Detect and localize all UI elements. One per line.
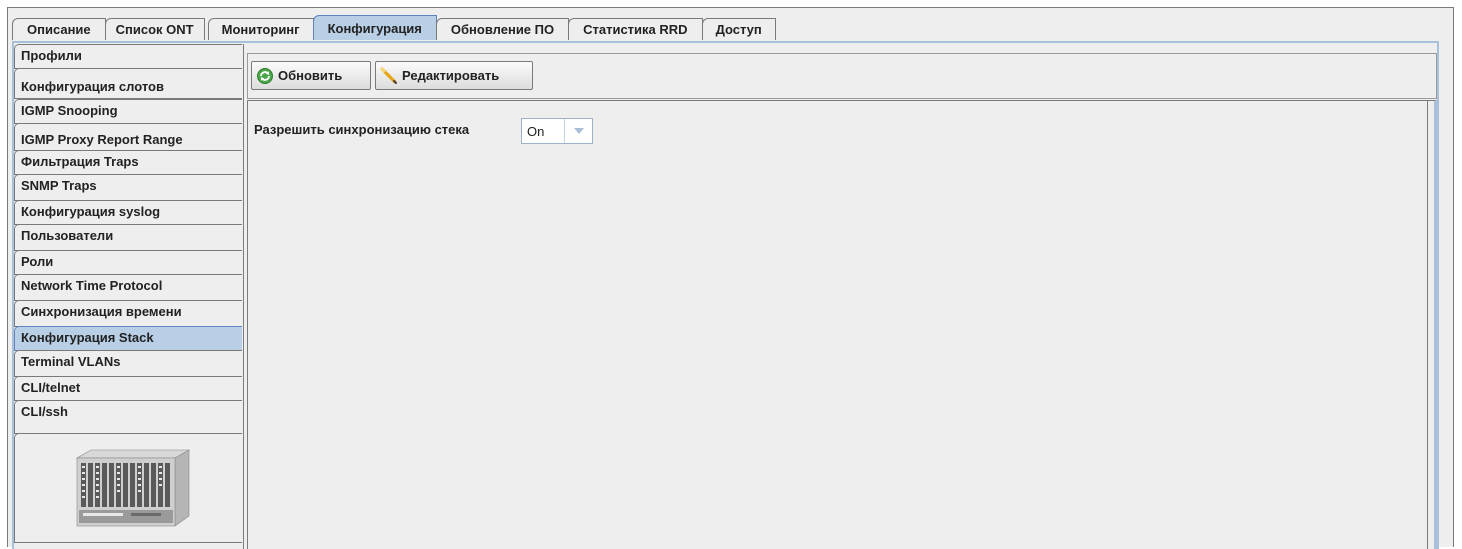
- refresh-button[interactable]: Обновить: [251, 61, 371, 90]
- refresh-button-label: Обновить: [278, 68, 343, 83]
- chevron-down-icon[interactable]: [564, 119, 592, 143]
- stack-sync-label: Разрешить синхронизацию стека: [254, 122, 470, 137]
- sidebar-item-time-sync[interactable]: Синхронизация времени: [14, 300, 242, 327]
- edit-button-label: Редактировать: [402, 68, 500, 83]
- content-divider: [1427, 101, 1428, 549]
- stack-sync-select[interactable]: On: [521, 118, 593, 144]
- sidebar-item-terminal-vlans[interactable]: Terminal VLANs: [14, 350, 242, 377]
- sidebar: Профили Конфигурация слотов IGMP Snoopin…: [14, 44, 244, 549]
- tab-configuration[interactable]: Конфигурация: [312, 15, 437, 40]
- device-image-area: [14, 433, 242, 543]
- tab-description[interactable]: Описание: [12, 18, 106, 40]
- sidebar-item-cli-telnet[interactable]: CLI/telnet: [14, 376, 242, 401]
- pencil-icon: [380, 66, 398, 85]
- sidebar-item-slot-config[interactable]: Конфигурация слотов: [14, 68, 242, 99]
- content-panel: Разрешить синхронизацию стека On: [247, 100, 1437, 549]
- sidebar-item-roles[interactable]: Роли: [14, 250, 242, 275]
- sidebar-item-stack-config[interactable]: Конфигурация Stack: [14, 326, 242, 351]
- stack-sync-value: On: [527, 123, 545, 139]
- sidebar-item-cli-ssh[interactable]: CLI/ssh: [14, 400, 242, 434]
- tab-ont-list[interactable]: Список ONT: [104, 18, 205, 40]
- tab-access[interactable]: Доступ: [701, 18, 776, 40]
- olt-chassis-image: [75, 449, 191, 527]
- tab-strip: Описание Список ONT Мониторинг Конфигура…: [12, 15, 776, 42]
- tab-monitoring[interactable]: Мониторинг: [207, 18, 314, 40]
- sidebar-item-traps-filtering[interactable]: Фильтрация Traps: [14, 150, 242, 175]
- edit-button[interactable]: Редактировать: [375, 61, 533, 90]
- sidebar-item-igmp-proxy-report-range[interactable]: IGMP Proxy Report Range: [14, 123, 242, 151]
- sidebar-item-profiles[interactable]: Профили: [14, 44, 242, 69]
- tab-firmware-update[interactable]: Обновление ПО: [435, 18, 570, 40]
- toolbar: Обновить Редактировать: [247, 53, 1437, 99]
- sidebar-item-syslog-config[interactable]: Конфигурация syslog: [14, 200, 242, 225]
- sidebar-item-ntp[interactable]: Network Time Protocol: [14, 274, 242, 301]
- sidebar-item-snmp-traps[interactable]: SNMP Traps: [14, 174, 242, 201]
- refresh-icon: [256, 67, 274, 85]
- sidebar-item-users[interactable]: Пользователи: [14, 224, 242, 251]
- tab-rrd-statistics[interactable]: Статистика RRD: [568, 18, 703, 40]
- sidebar-item-igmp-snooping[interactable]: IGMP Snooping: [14, 99, 242, 124]
